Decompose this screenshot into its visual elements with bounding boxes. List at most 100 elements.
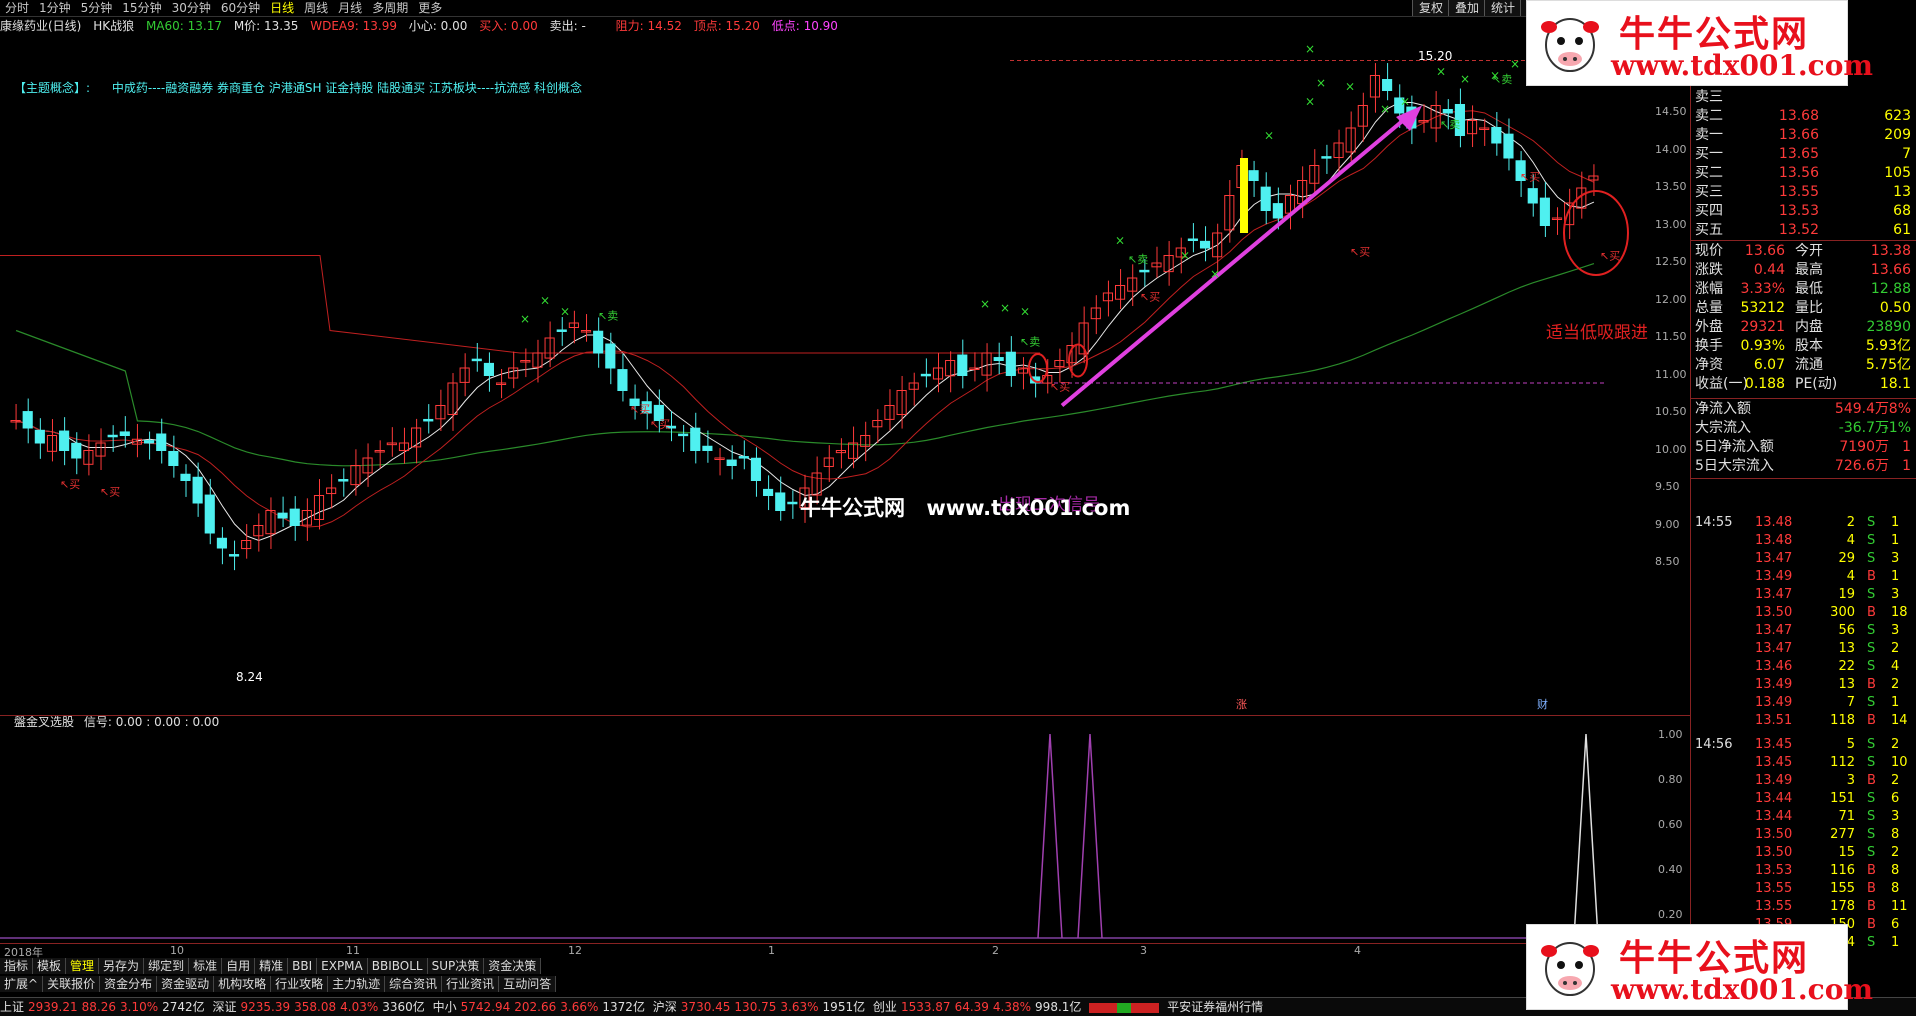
candle-body[interactable]	[71, 442, 82, 459]
formula-name[interactable]: HK战狼	[93, 19, 134, 33]
candle-body[interactable]	[216, 537, 227, 549]
candle-body[interactable]	[1248, 170, 1259, 181]
candle-body[interactable]	[22, 411, 33, 429]
candle-body[interactable]	[738, 456, 749, 459]
sz-label[interactable]: 深证	[213, 1000, 237, 1014]
candle-body[interactable]	[471, 358, 482, 362]
candle-body[interactable]	[423, 418, 434, 422]
tab-daily[interactable]: 日线	[265, 0, 299, 16]
tab-30min[interactable]: 30分钟	[167, 0, 216, 16]
tab-more[interactable]: 更多	[413, 0, 447, 16]
tab-multi-period[interactable]: 多周期	[367, 0, 413, 16]
candle-body[interactable]	[957, 354, 968, 376]
sh-label[interactable]: 上证	[0, 1000, 24, 1014]
candle-body[interactable]	[981, 352, 992, 376]
candle-body[interactable]	[204, 494, 215, 534]
candle-body[interactable]	[532, 352, 543, 368]
order-book-row[interactable]: 买五 13.52 61	[1695, 221, 1915, 240]
indicator-tab[interactable]: BBIBOLL	[367, 958, 428, 974]
candle-body[interactable]	[228, 554, 240, 557]
candle-body[interactable]	[483, 362, 494, 376]
order-book-row[interactable]: 买一 13.65 7	[1695, 145, 1915, 164]
candle-body[interactable]	[605, 343, 616, 369]
candle-body[interactable]	[338, 479, 349, 482]
tab-15min[interactable]: 15分钟	[117, 0, 166, 16]
info-tab[interactable]: 机构攻略	[214, 976, 272, 992]
tab-weekly[interactable]: 周线	[299, 0, 333, 16]
candle-body[interactable]	[1527, 188, 1538, 204]
candle-body[interactable]	[1382, 79, 1393, 92]
overlay-button[interactable]: 叠加	[1448, 0, 1486, 16]
candle-body[interactable]	[59, 430, 70, 451]
stats-button[interactable]: 统计	[1484, 0, 1522, 16]
indicator-tab[interactable]: BBI	[288, 958, 318, 974]
indicator-tab[interactable]: 另存为	[99, 958, 145, 974]
candle-body[interactable]	[1539, 197, 1550, 227]
info-tab[interactable]: 互动问答	[499, 976, 557, 992]
info-tab[interactable]: 主力轨迹	[328, 976, 386, 992]
candle-body[interactable]	[144, 440, 155, 444]
candle-body[interactable]	[119, 431, 130, 436]
candle-body[interactable]	[1491, 127, 1502, 144]
candle-body[interactable]	[1139, 269, 1150, 273]
candle-body[interactable]	[690, 427, 701, 452]
candle-body[interactable]	[277, 512, 288, 519]
tab-monthly[interactable]: 月线	[333, 0, 367, 16]
info-tab[interactable]: 资金驱动	[157, 976, 215, 992]
info-tab[interactable]: 综合资讯	[385, 976, 443, 992]
candle-body[interactable]	[993, 357, 1004, 361]
kline-chart[interactable]: ×××××××××××××××××××××↖买↖买↖买↖买↖买↖买↖买↖买↖买↖…	[0, 35, 1690, 715]
candle-body[interactable]	[763, 488, 774, 496]
candle-body[interactable]	[556, 329, 567, 332]
candle-body[interactable]	[180, 473, 191, 481]
candle-body[interactable]	[1321, 156, 1332, 159]
zx-label[interactable]: 中小	[433, 1000, 457, 1014]
candle-body[interactable]	[593, 330, 604, 354]
signal-sub-chart[interactable]	[0, 715, 1690, 941]
stock-title[interactable]: 康缘药业(日线)	[0, 19, 81, 33]
candle-body[interactable]	[750, 457, 762, 481]
candle-body[interactable]	[568, 322, 579, 329]
order-book-row[interactable]: 买四 13.53 68	[1695, 202, 1915, 221]
hs-label[interactable]: 沪深	[653, 1000, 677, 1014]
indicator-tab[interactable]: EXPMA	[317, 958, 368, 974]
indicator-tab[interactable]: SUP决策	[427, 958, 485, 974]
indicator-tab[interactable]: 资金决策	[484, 958, 542, 974]
tab-1min[interactable]: 1分钟	[34, 0, 76, 16]
order-book-row[interactable]: 卖一 13.66 209	[1695, 126, 1915, 145]
candle-body[interactable]	[34, 429, 45, 444]
candle-body[interactable]	[192, 476, 203, 504]
order-book-row[interactable]: 买二 13.56 105	[1695, 164, 1915, 183]
info-tab[interactable]: 行业攻略	[271, 976, 329, 992]
candle-body[interactable]	[1442, 109, 1453, 114]
order-book-row[interactable]: 买三 13.55 13	[1695, 183, 1915, 202]
indicator-tab[interactable]: 管理	[66, 958, 100, 974]
candle-body[interactable]	[1272, 203, 1283, 219]
info-tab[interactable]: 行业资讯	[442, 976, 500, 992]
tab-fenshi[interactable]: 分时	[0, 0, 34, 16]
candle-body[interactable]	[1503, 133, 1514, 159]
indicator-tab[interactable]: 绑定到	[144, 958, 190, 974]
info-tab[interactable]: 扩展^	[0, 976, 44, 992]
candle-body[interactable]	[1260, 186, 1271, 212]
candle-body[interactable]	[617, 369, 628, 392]
candle-body[interactable]	[168, 450, 179, 466]
indicator-tab[interactable]: 精准	[255, 958, 289, 974]
candle-body[interactable]	[326, 487, 337, 495]
order-book-row[interactable]: 卖二 13.68 623	[1695, 107, 1915, 126]
indicator-tab[interactable]: 自用	[222, 958, 256, 974]
candle-body[interactable]	[107, 434, 118, 438]
candle-body[interactable]	[945, 360, 956, 377]
candle-body[interactable]	[920, 373, 931, 377]
indicator-tab[interactable]: 标准	[189, 958, 223, 974]
indicator-tab[interactable]: 指标	[0, 958, 34, 974]
indicator-tab[interactable]: 模板	[33, 958, 67, 974]
candle-body[interactable]	[787, 501, 798, 505]
tab-60min[interactable]: 60分钟	[216, 0, 265, 16]
candle-body[interactable]	[289, 508, 300, 527]
candle-body[interactable]	[1199, 240, 1211, 249]
tab-5min[interactable]: 5分钟	[76, 0, 118, 16]
candle-body[interactable]	[702, 445, 713, 451]
candle-body[interactable]	[884, 405, 895, 420]
candle-body[interactable]	[1187, 238, 1198, 242]
